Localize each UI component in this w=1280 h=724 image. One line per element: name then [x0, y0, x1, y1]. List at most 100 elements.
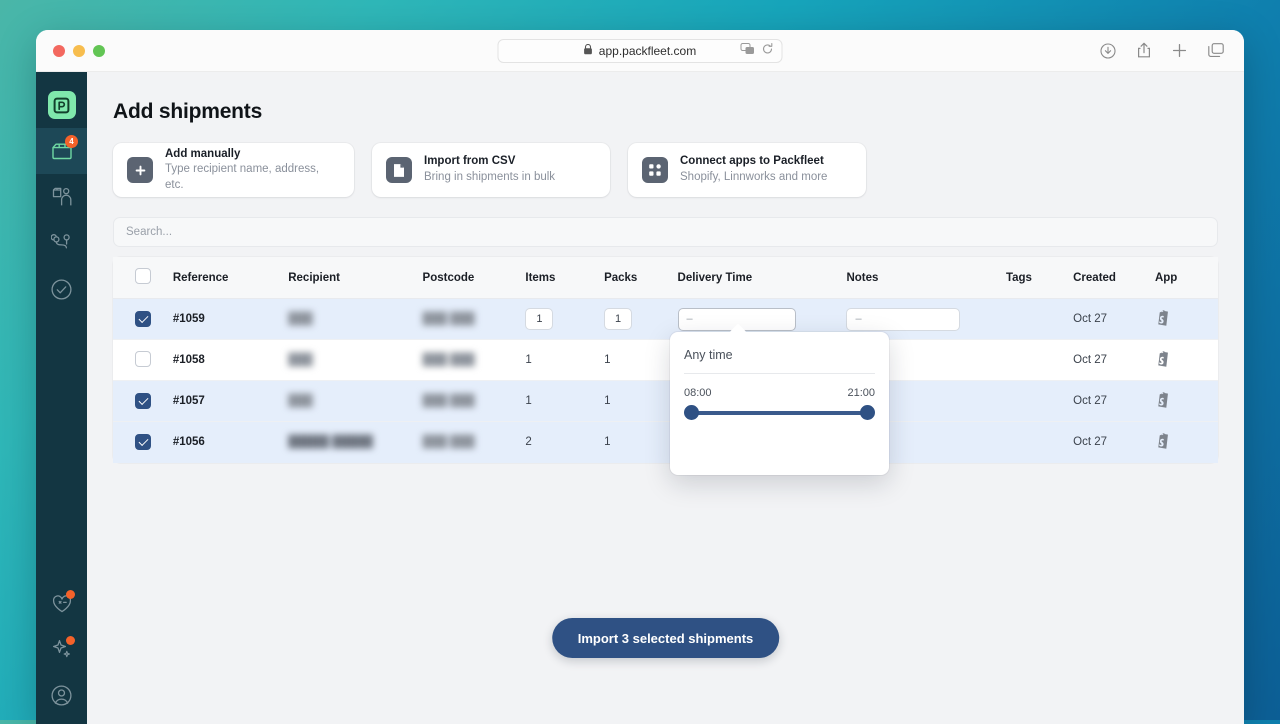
col-notes: Notes	[846, 257, 1006, 299]
select-all-checkbox[interactable]	[135, 268, 151, 284]
popover-time-labels: 08:00 21:00	[684, 387, 875, 399]
sidebar-item-completed[interactable]	[36, 266, 87, 312]
close-window-button[interactable]	[53, 45, 65, 57]
col-tags: Tags	[1006, 257, 1073, 299]
new-tab-icon[interactable]	[1172, 43, 1187, 58]
search-input[interactable]: Search...	[113, 217, 1218, 247]
sidebar-item-routes[interactable]	[36, 220, 87, 266]
row-select-cell[interactable]	[113, 299, 173, 340]
shopify-icon	[1155, 317, 1170, 329]
row-reference: #1059	[173, 313, 205, 325]
page-title: Add shipments	[113, 100, 1244, 124]
row-postcode: ███ ███	[423, 436, 475, 448]
minimize-window-button[interactable]	[73, 45, 85, 57]
row-items-input[interactable]: 1	[525, 308, 553, 330]
card-title: Import from CSV	[424, 154, 555, 170]
col-packs: Packs	[604, 257, 677, 299]
row-created: Oct 27	[1073, 354, 1107, 366]
card-title: Connect apps to Packfleet	[680, 154, 827, 170]
search-placeholder: Search...	[126, 226, 172, 238]
action-cards: Add manually Type recipient name, addres…	[113, 143, 1244, 197]
col-app: App	[1155, 257, 1218, 299]
sidebar-item-referral[interactable]	[36, 580, 87, 626]
referral-badge-dot	[66, 590, 75, 599]
card-title: Add manually	[165, 147, 340, 163]
slider-track	[689, 411, 870, 415]
row-created: Oct 27	[1073, 395, 1107, 407]
popover-end-time: 21:00	[847, 387, 875, 399]
row-postcode: ███ ███	[423, 313, 475, 325]
sidebar-item-ai[interactable]	[36, 626, 87, 672]
row-items[interactable]: 1	[525, 395, 531, 407]
row-recipient: █████ █████	[288, 436, 373, 448]
row-select-cell[interactable]	[113, 381, 173, 422]
row-packs[interactable]: 1	[604, 395, 610, 407]
card-import-csv[interactable]: Import from CSV Bring in shipments in bu…	[372, 143, 610, 197]
card-add-manually[interactable]: Add manually Type recipient name, addres…	[113, 143, 354, 197]
tab-overview-icon[interactable]	[1208, 43, 1224, 58]
row-postcode: ███ ███	[423, 395, 475, 407]
sidebar-logo[interactable]	[36, 82, 87, 128]
row-checkbox[interactable]	[135, 393, 151, 409]
routes-icon	[51, 232, 73, 254]
shopify-icon	[1155, 399, 1170, 411]
row-checkbox[interactable]	[135, 311, 151, 327]
row-checkbox[interactable]	[135, 434, 151, 450]
translate-icon[interactable]	[741, 43, 755, 58]
share-icon[interactable]	[1137, 42, 1151, 59]
time-range-slider[interactable]	[684, 405, 875, 421]
row-recipient: ███	[288, 395, 312, 407]
card-connect-apps[interactable]: Connect apps to Packfleet Shopify, Linnw…	[628, 143, 866, 197]
slider-knob-start[interactable]	[684, 405, 699, 420]
packfleet-logo-icon	[48, 91, 76, 119]
document-icon	[386, 157, 412, 183]
row-reference: #1058	[173, 354, 205, 366]
col-postcode: Postcode	[423, 257, 526, 299]
shipments-table: Reference Recipient Postcode Items Packs…	[113, 257, 1218, 463]
apps-grid-icon	[642, 157, 668, 183]
sidebar-item-shipments[interactable]: 4	[36, 128, 87, 174]
completed-icon	[50, 278, 73, 301]
popover-start-time: 08:00	[684, 387, 712, 399]
row-packs[interactable]: 1	[604, 354, 610, 366]
row-items[interactable]: 2	[525, 436, 531, 448]
col-delivery-time: Delivery Time	[678, 257, 847, 299]
row-postcode: ███ ███	[423, 354, 475, 366]
row-created: Oct 27	[1073, 313, 1107, 325]
maximize-window-button[interactable]	[93, 45, 105, 57]
table-row[interactable]: #1058 ███ ███ ███ 1 1 Oct 27	[113, 340, 1218, 381]
plus-square-icon	[127, 157, 153, 183]
row-select-cell[interactable]	[113, 422, 173, 463]
address-bar-url: app.packfleet.com	[599, 44, 696, 58]
table-row[interactable]: #1057 ███ ███ ███ 1 1 Oct 27	[113, 381, 1218, 422]
table-row[interactable]: #1059 ███ ███ ███ 1 1 – – Oct 27	[113, 299, 1218, 340]
address-bar[interactable]: app.packfleet.com	[498, 39, 783, 63]
popover-divider	[684, 373, 875, 374]
import-selected-button[interactable]: Import 3 selected shipments	[552, 618, 780, 658]
row-notes-input[interactable]: –	[846, 308, 960, 331]
row-created: Oct 27	[1073, 436, 1107, 448]
slider-knob-end[interactable]	[860, 405, 875, 420]
table-header-row: Reference Recipient Postcode Items Packs…	[113, 257, 1218, 299]
table-row[interactable]: #1056 █████ █████ ███ ███ 2 1 Oct 27	[113, 422, 1218, 463]
delivery-time-popover[interactable]: Any time 08:00 21:00	[670, 332, 889, 475]
reload-icon[interactable]	[762, 43, 774, 58]
card-subtitle: Bring in shipments in bulk	[424, 170, 555, 186]
row-items[interactable]: 1	[525, 354, 531, 366]
row-reference: #1057	[173, 395, 205, 407]
row-reference: #1056	[173, 436, 205, 448]
address-bar-actions	[741, 43, 774, 58]
row-packs[interactable]: 1	[604, 436, 610, 448]
browser-toolbar-right	[1100, 42, 1224, 59]
col-recipient: Recipient	[288, 257, 422, 299]
shipments-badge: 4	[65, 135, 78, 148]
row-recipient: ███	[288, 354, 312, 366]
sidebar-item-account[interactable]	[36, 672, 87, 718]
row-packs-input[interactable]: 1	[604, 308, 632, 330]
download-icon[interactable]	[1100, 43, 1116, 59]
sidebar-item-collections[interactable]	[36, 174, 87, 220]
app-body: 4	[36, 72, 1244, 724]
row-checkbox[interactable]	[135, 351, 151, 367]
traffic-lights	[53, 45, 105, 57]
row-select-cell[interactable]	[113, 340, 173, 381]
